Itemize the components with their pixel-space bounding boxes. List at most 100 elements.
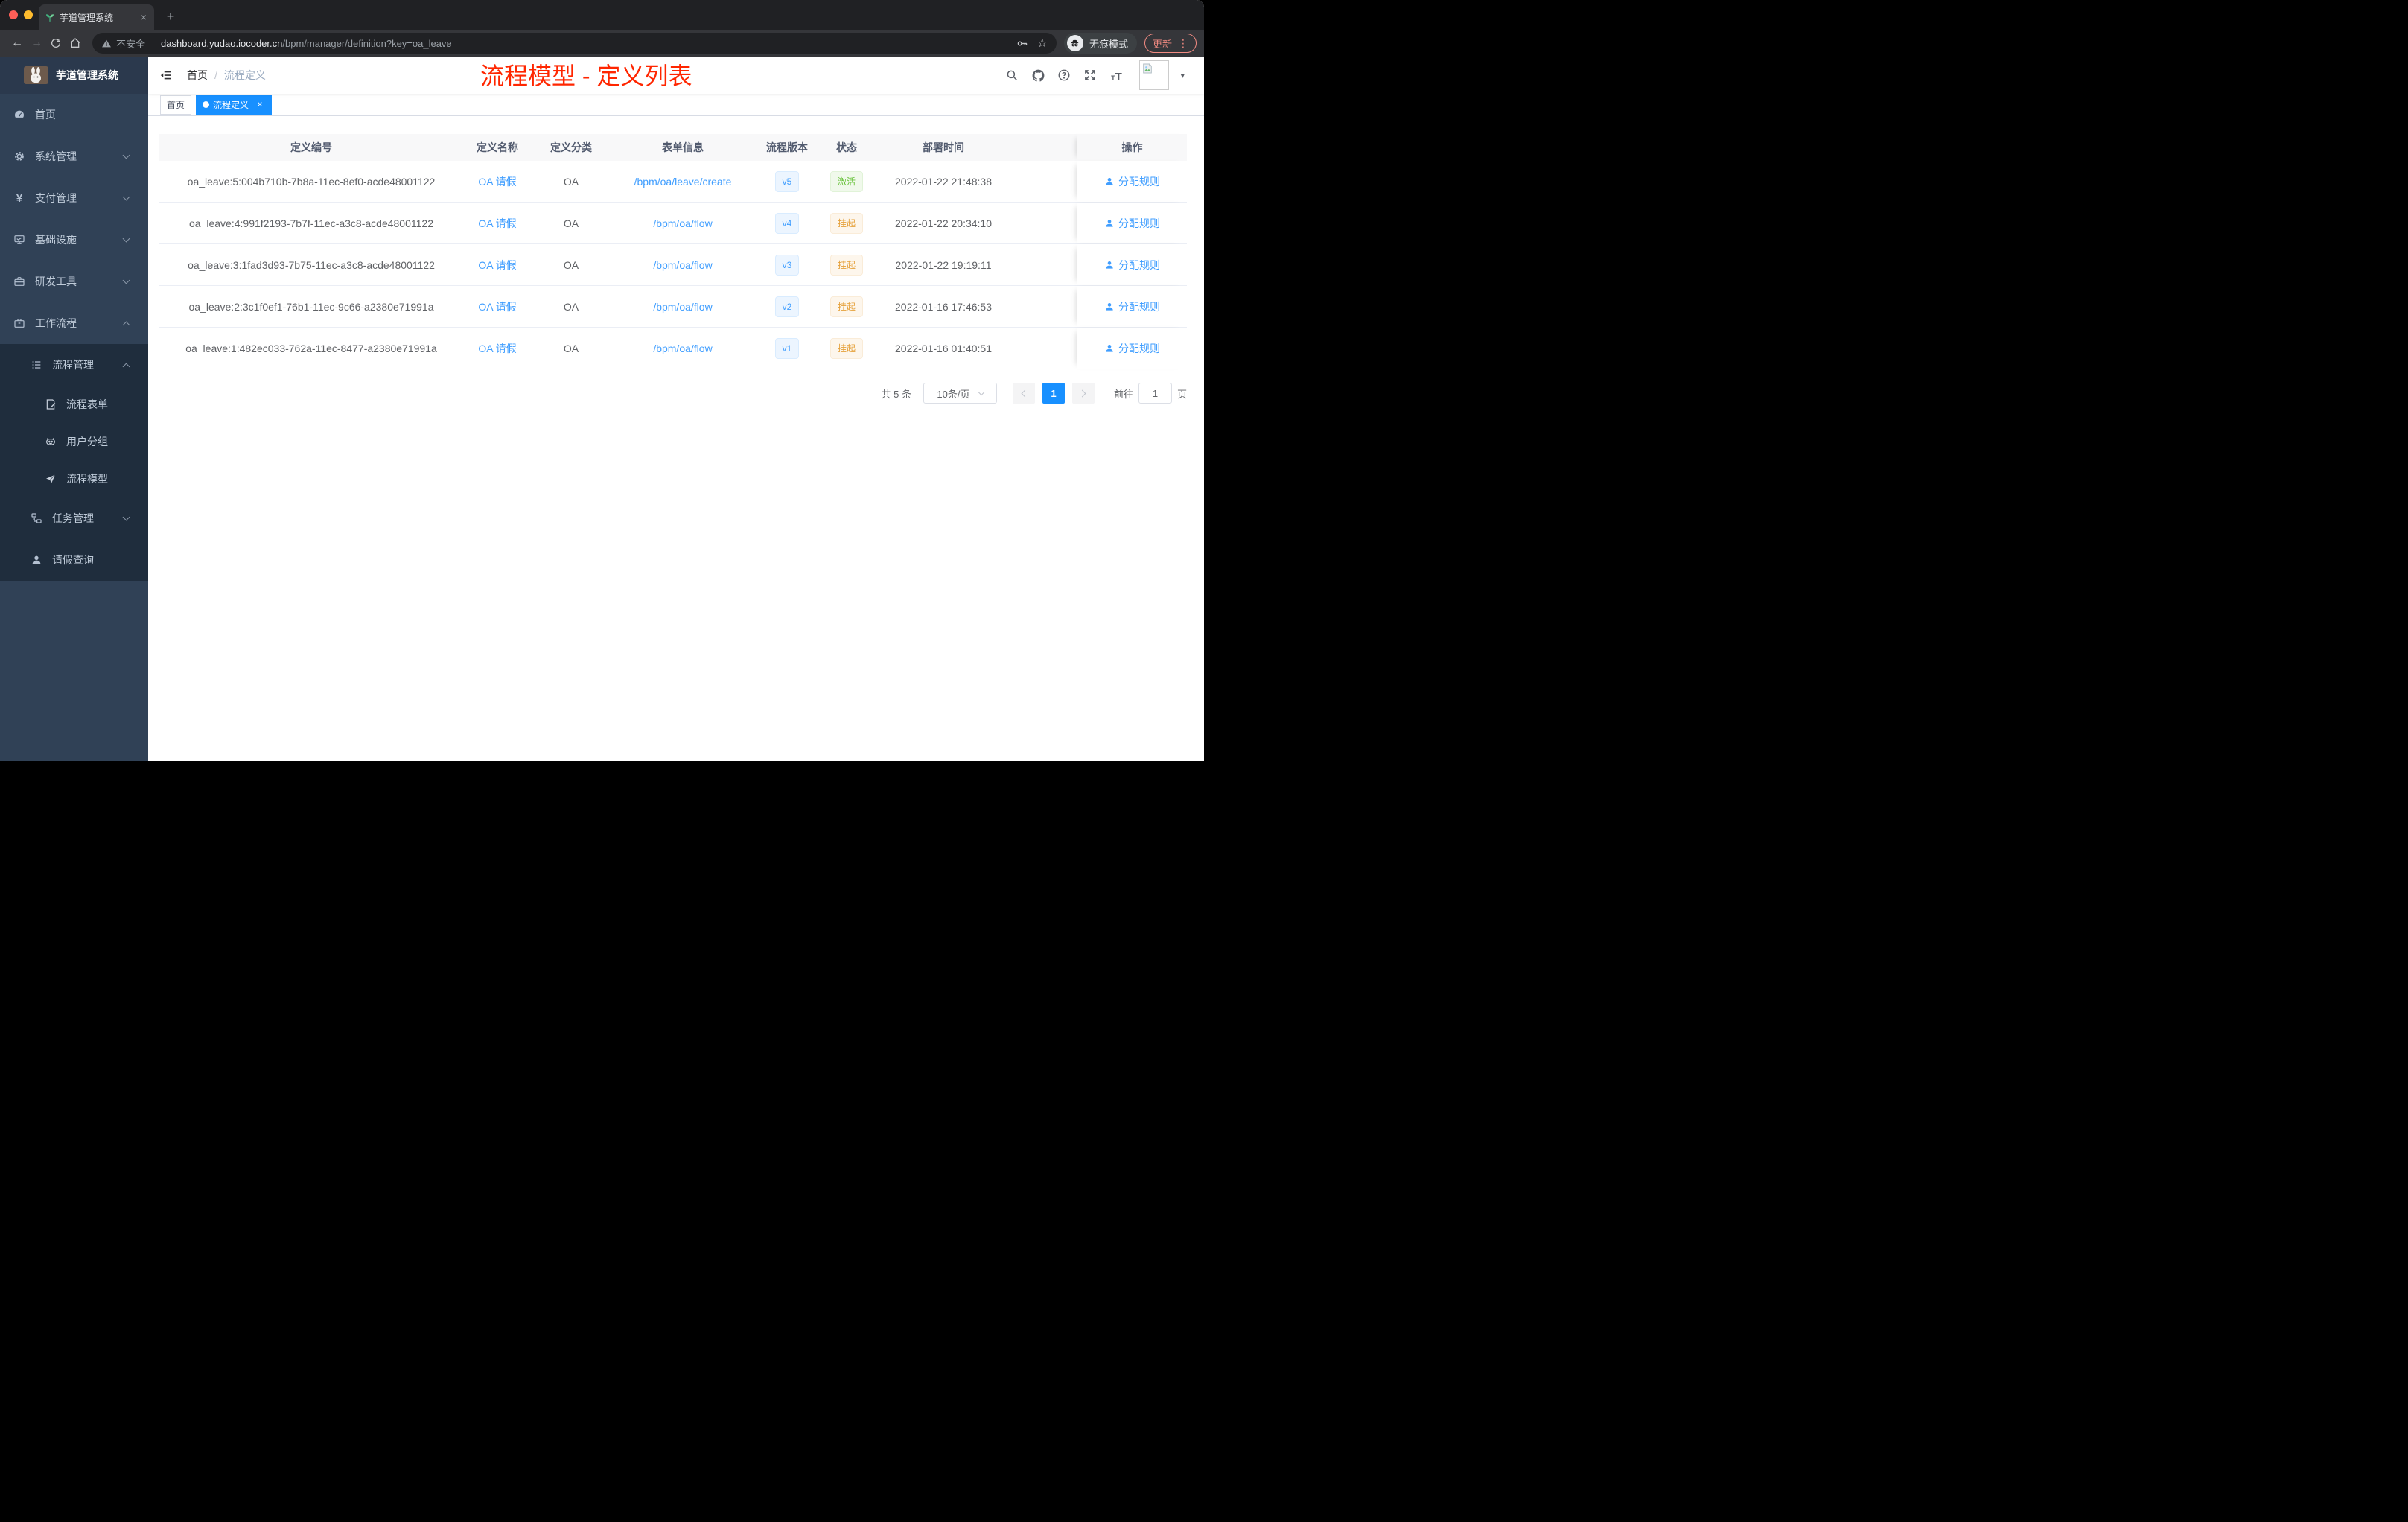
sidebar-item-process-model[interactable]: 流程模型 (0, 460, 148, 497)
address-bar[interactable]: 不安全 dashboard.yudao.iocoder.cn/bpm/manag… (92, 33, 1057, 54)
col-header-category: 定义分类 (550, 141, 592, 153)
sidebar-item-infra[interactable]: 基础设施 (0, 219, 148, 261)
definition-name-link[interactable]: OA 请假 (478, 217, 516, 229)
font-size-icon[interactable]: TT (1109, 68, 1124, 83)
navbar-actions: TT ▾ (1004, 60, 1185, 90)
new-tab-button[interactable]: + (161, 7, 180, 27)
close-window-button[interactable] (9, 10, 18, 19)
col-header-ops: 操作 (1077, 134, 1187, 161)
definition-name-link[interactable]: OA 请假 (478, 259, 516, 271)
favicon-plant-icon (45, 12, 55, 22)
reload-icon[interactable] (46, 34, 66, 53)
sidebar-item-leave-query[interactable]: 请假查询 (0, 539, 148, 581)
form-link[interactable]: /bpm/oa/flow (653, 343, 712, 354)
breadcrumb-separator: / (214, 69, 217, 81)
version-tag: v5 (774, 171, 800, 192)
tag-home[interactable]: 首页 (160, 95, 192, 115)
prev-page-button[interactable] (1012, 383, 1035, 404)
avatar-caret-down-icon[interactable]: ▾ (1180, 71, 1185, 80)
definition-name-link[interactable]: OA 请假 (478, 301, 516, 313)
sidebar-item-workflow[interactable]: 工作流程 (0, 302, 148, 344)
cell-category: OA (563, 217, 579, 229)
chrome-menu-icon[interactable]: ⋮ (1178, 37, 1188, 50)
table-header: 定义编号 定义名称 定义分类 表单信息 流程版本 状态 部署时间 操作 (159, 134, 1187, 161)
table-row: oa_leave:3:1fad3d93-7b75-11ec-a3c8-acde4… (159, 244, 1187, 286)
search-icon[interactable] (1004, 68, 1019, 83)
password-key-icon[interactable] (1016, 37, 1028, 50)
definition-name-link[interactable]: OA 请假 (478, 343, 516, 354)
home-icon[interactable] (66, 34, 85, 53)
assign-rule-button[interactable]: 分配规则 (1104, 174, 1160, 189)
page-annotation: 流程模型 - 定义列表 (480, 63, 692, 89)
tag-process-definition[interactable]: 流程定义 × (196, 95, 273, 115)
version-tag: v2 (774, 296, 800, 317)
breadcrumb-home[interactable]: 首页 (187, 68, 208, 83)
tag-close-icon[interactable]: × (255, 99, 265, 110)
user-group-icon (45, 436, 57, 448)
col-header-form: 表单信息 (662, 141, 704, 153)
incognito-icon (1066, 35, 1083, 51)
active-dot (203, 101, 210, 108)
bookmark-star-icon[interactable]: ☆ (1037, 36, 1048, 51)
sidebar-item-system[interactable]: 系统管理 (0, 136, 148, 177)
browser-tab[interactable]: 芋道管理系统 × (39, 4, 154, 30)
sidebar-item-home[interactable]: 首页 (0, 94, 148, 136)
app-title: 芋道管理系统 (56, 69, 118, 81)
chevron-up-icon (122, 321, 130, 328)
page-unit-label: 页 (1176, 388, 1187, 400)
github-icon[interactable] (1031, 68, 1045, 83)
pagination: 共 5 条 10条/页 1 前往 页 (148, 383, 1187, 404)
sidebar-item-user-group[interactable]: 用户分组 (0, 423, 148, 460)
page-size-value: 10条/页 (937, 388, 970, 400)
page-content: 定义编号 定义名称 定义分类 表单信息 流程版本 状态 部署时间 操作 oa_l… (148, 116, 1204, 761)
breadcrumb: 首页 / 流程定义 (187, 68, 266, 83)
sidebar-item-label: 任务管理 (52, 512, 94, 524)
sidebar-toggle-icon[interactable] (159, 68, 173, 83)
sidebar-item-task-mgmt[interactable]: 任务管理 (0, 497, 148, 539)
assign-rule-button[interactable]: 分配规则 (1104, 216, 1160, 231)
status-badge: 挂起 (829, 296, 863, 317)
assign-rule-button[interactable]: 分配规则 (1104, 299, 1160, 314)
sidebar-item-payment[interactable]: ¥ 支付管理 (0, 177, 148, 219)
version-tag: v3 (774, 254, 800, 276)
chevron-down-icon (122, 193, 130, 201)
sidebar-item-process-form[interactable]: 流程表单 (0, 386, 148, 423)
forward-icon[interactable]: → (27, 34, 46, 53)
chevron-down-icon (978, 389, 984, 395)
form-link[interactable]: /bpm/oa/flow (653, 301, 712, 313)
back-icon[interactable]: ← (7, 34, 27, 53)
definition-name-link[interactable]: OA 请假 (478, 176, 516, 188)
sidebar: 芋道管理系统 首页 系统管理 ¥ 支付管理 基础设施 研发工具 工作流程 流程管… (0, 57, 148, 761)
cell-category: OA (563, 300, 579, 313)
avatar[interactable] (1139, 60, 1170, 90)
assign-rule-button[interactable]: 分配规则 (1104, 341, 1160, 356)
assign-rule-button[interactable]: 分配规则 (1104, 258, 1160, 273)
user-icon (1106, 177, 1113, 185)
pagination-total: 共 5 条 (881, 388, 911, 400)
col-header-time: 部署时间 (923, 141, 964, 153)
col-header-name: 定义名称 (477, 141, 518, 153)
form-link[interactable]: /bpm/oa/flow (653, 259, 712, 271)
goto-page-input[interactable] (1138, 383, 1172, 404)
form-link[interactable]: /bpm/oa/leave/create (634, 176, 732, 188)
sidebar-logo[interactable]: 芋道管理系统 (0, 57, 148, 94)
minimize-window-button[interactable] (24, 10, 33, 19)
page-number-current[interactable]: 1 (1042, 383, 1065, 404)
chrome-update-button[interactable]: 更新 ⋮ (1144, 34, 1197, 53)
help-icon[interactable] (1057, 68, 1071, 83)
next-page-button[interactable] (1071, 383, 1095, 404)
table-row: oa_leave:4:991f2193-7b7f-11ec-a3c8-acde4… (159, 203, 1187, 244)
sidebar-item-label: 请假查询 (52, 554, 94, 566)
form-link[interactable]: /bpm/oa/flow (653, 217, 712, 229)
yen-icon: ¥ (16, 191, 23, 205)
sidebar-item-label: 支付管理 (35, 192, 77, 204)
sidebar-item-process-mgmt[interactable]: 流程管理 (0, 344, 148, 386)
status-badge: 挂起 (829, 337, 863, 359)
chevron-down-icon (122, 513, 130, 521)
url-host: dashboard.yudao.iocoder.cn (161, 37, 283, 49)
security-warning[interactable]: 不安全 (101, 36, 145, 51)
fullscreen-icon[interactable] (1083, 68, 1098, 83)
page-size-select[interactable]: 10条/页 (923, 383, 997, 404)
sidebar-item-devtools[interactable]: 研发工具 (0, 261, 148, 302)
tab-close-icon[interactable]: × (139, 11, 148, 23)
